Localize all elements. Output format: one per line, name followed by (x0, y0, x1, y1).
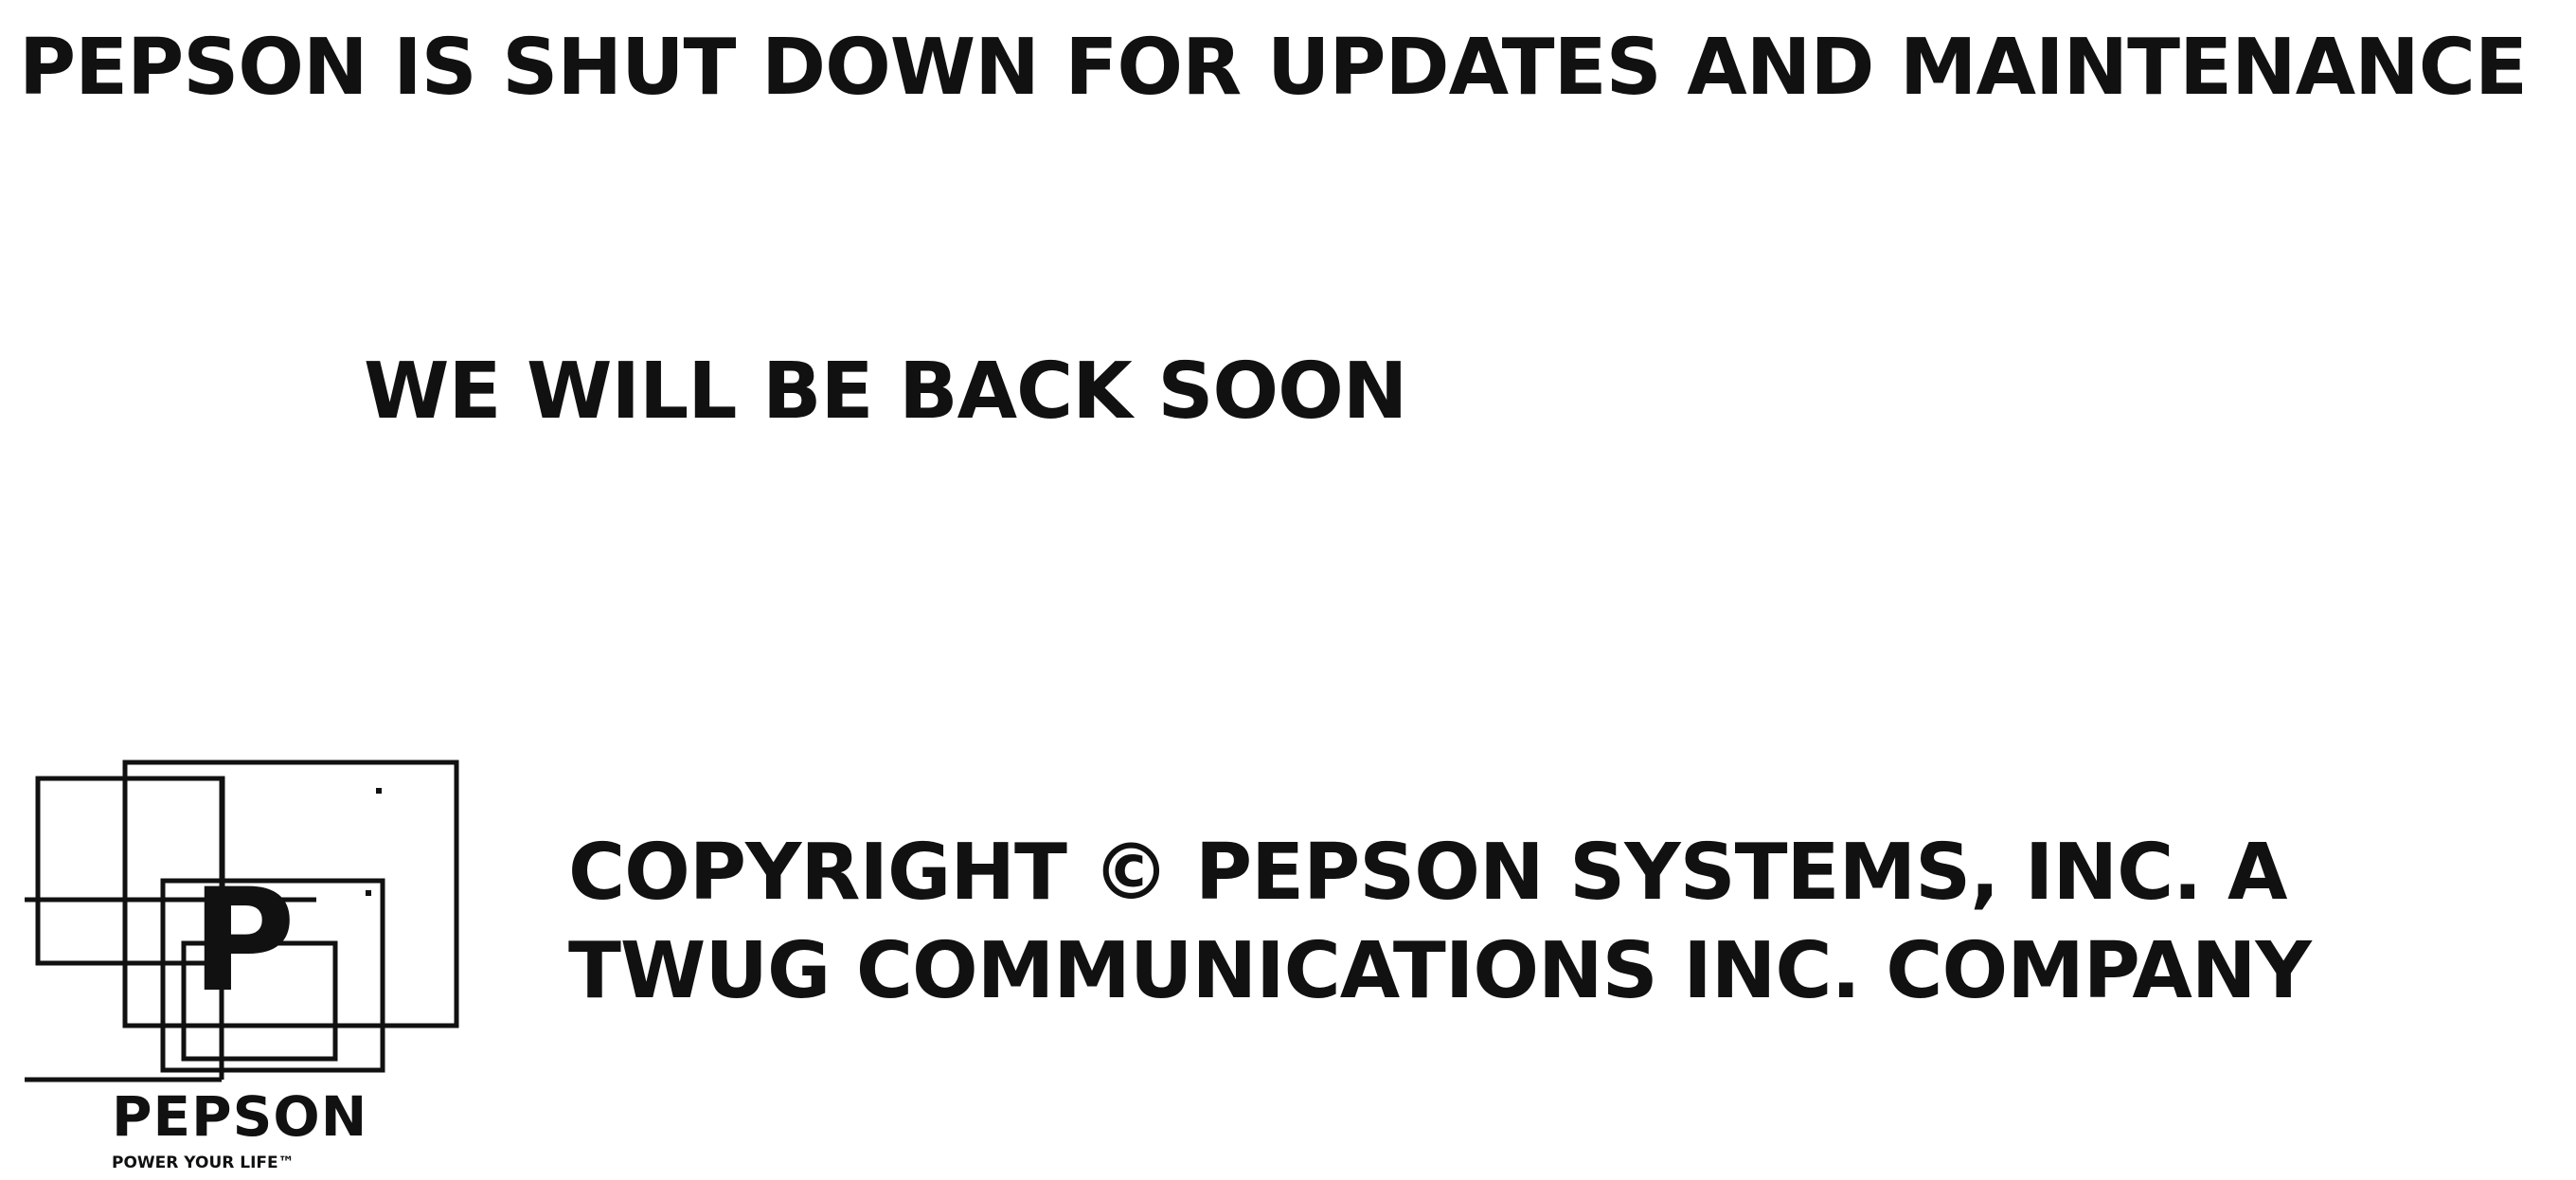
logo-tagline: POWER YOUR LIFE™ (112, 1153, 295, 1172)
copyright-notice: COPYRIGHT © PEPSON SYSTEMS, INC. A TWUG … (568, 828, 2312, 1016)
pepson-logo: P PEPSON POWER YOUR LIFE™ (23, 758, 477, 1180)
page-title: PEPSON IS SHUT DOWN FOR UPDATES AND MAIN… (19, 23, 2528, 113)
maintenance-page: PEPSON IS SHUT DOWN FOR UPDATES AND MAIN… (0, 0, 2576, 1180)
logo-mark-icon: P (25, 760, 459, 1082)
logo-name: PEPSON (112, 1084, 368, 1149)
back-soon-message: WE WILL BE BACK SOON (364, 347, 1407, 437)
logo-letter: P (191, 859, 295, 1024)
